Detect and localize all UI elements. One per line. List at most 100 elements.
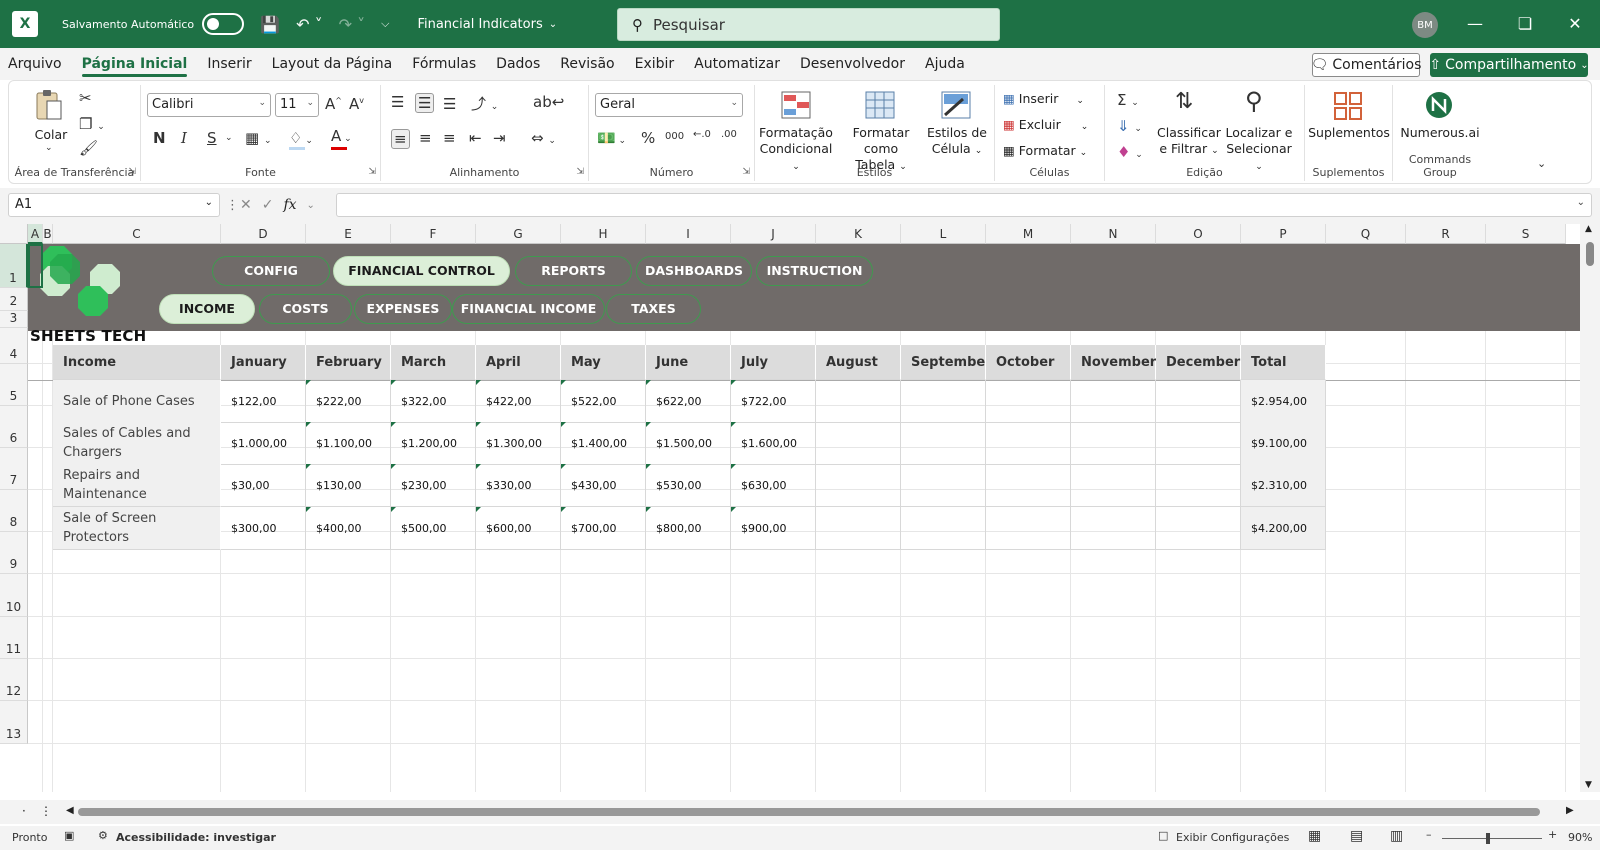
decrease-indent-icon[interactable]: ⇤ — [469, 129, 482, 147]
save-icon[interactable]: 💾 — [260, 15, 280, 34]
page-layout-view-icon[interactable]: ▤ — [1350, 828, 1363, 844]
column-header[interactable]: P — [1241, 224, 1326, 244]
table-cell[interactable]: $630,00 — [731, 464, 816, 507]
table-cell[interactable] — [1156, 464, 1241, 507]
menu-tab[interactable]: Fórmulas — [402, 48, 486, 80]
merge-center-icon[interactable]: ⇔ ⌄ — [531, 129, 556, 147]
table-cell[interactable] — [1156, 380, 1241, 423]
table-header-cell[interactable]: March — [391, 345, 476, 380]
paste-button[interactable]: Colar — [31, 127, 71, 143]
percent-icon[interactable]: % — [641, 129, 655, 147]
nav-pill-expenses[interactable]: EXPENSES — [354, 294, 452, 324]
find-select-icon[interactable]: ⚲ — [1245, 87, 1263, 115]
autosum-icon[interactable]: Σ ⌄ — [1117, 91, 1139, 109]
table-header-cell[interactable]: November — [1071, 345, 1156, 380]
accessibility-icon[interactable]: ⚙ — [98, 829, 108, 842]
formula-input[interactable]: ⌄ — [336, 193, 1592, 217]
table-cell[interactable]: $430,00 — [561, 464, 646, 507]
autosave-toggle[interactable] — [202, 13, 245, 35]
column-header[interactable]: E — [306, 224, 391, 244]
more-options-icon[interactable]: ⋮ — [226, 198, 239, 213]
row-header[interactable]: 6 — [0, 406, 28, 448]
table-cell[interactable] — [1071, 464, 1156, 507]
scroll-up-icon[interactable]: ▲ — [1585, 224, 1592, 234]
table-cell[interactable]: $500,00 — [391, 507, 476, 550]
avatar[interactable]: BM — [1412, 12, 1438, 38]
row-header[interactable]: 8 — [0, 490, 28, 532]
table-total-cell[interactable]: $2.310,00 — [1241, 464, 1326, 507]
nav-pill-config[interactable]: CONFIG — [212, 256, 330, 286]
decrease-font-icon[interactable]: Av — [349, 95, 364, 113]
align-left-icon[interactable]: ≡ — [391, 129, 410, 149]
minimize-icon[interactable]: — — [1460, 10, 1490, 38]
addins-button[interactable]: Suplementos — [1305, 125, 1393, 141]
table-cell[interactable]: $522,00 — [561, 380, 646, 423]
accessibility-status[interactable]: Acessibilidade: investigar — [116, 831, 276, 844]
numerous-ai-button[interactable]: Numerous.ai — [1393, 125, 1487, 141]
column-header[interactable]: R — [1406, 224, 1486, 244]
search-box[interactable]: ⚲ Pesquisar — [617, 8, 1000, 41]
nav-pill-dashboards[interactable]: DASHBOARDS — [636, 256, 752, 286]
currency-icon[interactable]: 💵 ⌄ — [597, 129, 626, 147]
menu-tab[interactable]: Exibir — [625, 48, 685, 80]
column-header[interactable]: F — [391, 224, 476, 244]
menu-tab[interactable]: Página Inicial — [72, 48, 198, 80]
column-header[interactable]: C — [53, 224, 221, 244]
row-header[interactable]: 5 — [0, 364, 28, 406]
vertical-scrollbar[interactable]: ▲ ▼ — [1580, 224, 1600, 792]
table-cell[interactable]: $300,00 — [221, 507, 306, 550]
table-cell[interactable] — [1156, 422, 1241, 465]
font-color-icon[interactable]: A ⌄ — [331, 127, 352, 145]
table-cell[interactable] — [816, 422, 901, 465]
column-header[interactable]: K — [816, 224, 901, 244]
dialog-launcher-icon[interactable]: ⇲ — [576, 167, 584, 177]
column-header[interactable]: N — [1071, 224, 1156, 244]
nav-pill-income[interactable]: INCOME — [159, 294, 255, 324]
align-middle-icon[interactable]: ☰ — [415, 93, 435, 113]
table-cell[interactable]: $1.300,00 — [476, 422, 561, 465]
format-cells-button[interactable]: ▦ Formatar ⌄ — [1003, 143, 1087, 161]
name-box[interactable]: A1 ⌄ — [8, 193, 220, 217]
column-header[interactable]: L — [901, 224, 986, 244]
row-header[interactable]: 2 — [0, 288, 28, 311]
table-row-label[interactable]: Sale of Phone Cases — [53, 380, 221, 423]
display-settings[interactable]: Exibir Configurações — [1176, 831, 1289, 844]
cell-styles-button[interactable]: Estilos de Célula ⌄ — [925, 125, 989, 159]
zoom-in-icon[interactable]: + — [1548, 828, 1557, 841]
table-cell[interactable]: $222,00 — [306, 380, 391, 423]
row-header[interactable]: 12 — [0, 659, 28, 701]
comments-button[interactable]: 🗨 Comentários — [1311, 53, 1421, 77]
table-cell[interactable]: $122,00 — [221, 380, 306, 423]
wrap-text-icon[interactable]: ab↩ — [533, 93, 564, 111]
sort-filter-icon[interactable]: ⇅ — [1175, 89, 1193, 114]
vertical-scroll-thumb[interactable] — [1586, 242, 1594, 266]
menu-tab[interactable]: Inserir — [197, 48, 261, 80]
dialog-launcher-icon[interactable]: ⇲ — [742, 167, 750, 177]
fill-color-icon[interactable]: ♢ ⌄ — [289, 129, 313, 147]
expand-formula-icon[interactable]: ⌄ — [1577, 197, 1585, 208]
scroll-down-icon[interactable]: ▼ — [1585, 780, 1592, 790]
active-cell[interactable] — [28, 244, 43, 288]
table-cell[interactable]: $900,00 — [731, 507, 816, 550]
table-cell[interactable] — [986, 422, 1071, 465]
table-header-cell[interactable]: Total — [1241, 345, 1326, 380]
decrease-decimal-icon[interactable]: .00 — [721, 129, 737, 140]
row-header[interactable]: 10 — [0, 574, 28, 617]
row-header[interactable]: 9 — [0, 532, 28, 574]
cell-styles-icon[interactable] — [941, 91, 973, 123]
menu-tab[interactable]: Dados — [486, 48, 550, 80]
column-header[interactable]: O — [1156, 224, 1241, 244]
table-header-cell[interactable]: August — [816, 345, 901, 380]
table-header-cell[interactable]: September — [901, 345, 992, 380]
table-header-cell[interactable]: July — [731, 345, 816, 380]
cancel-icon[interactable]: ✕ — [240, 197, 252, 213]
chevron-down-icon[interactable]: ⌄ — [45, 143, 53, 153]
table-cell[interactable] — [986, 464, 1071, 507]
table-cell[interactable]: $322,00 — [391, 380, 476, 423]
page-break-view-icon[interactable]: ▥ — [1390, 828, 1403, 844]
row-header[interactable]: 4 — [0, 328, 28, 364]
table-cell[interactable]: $30,00 — [221, 464, 306, 507]
menu-tab[interactable]: Arquivo — [0, 48, 72, 80]
dialog-launcher-icon[interactable]: ⇲ — [368, 167, 376, 177]
increase-indent-icon[interactable]: ⇥ — [493, 129, 506, 147]
